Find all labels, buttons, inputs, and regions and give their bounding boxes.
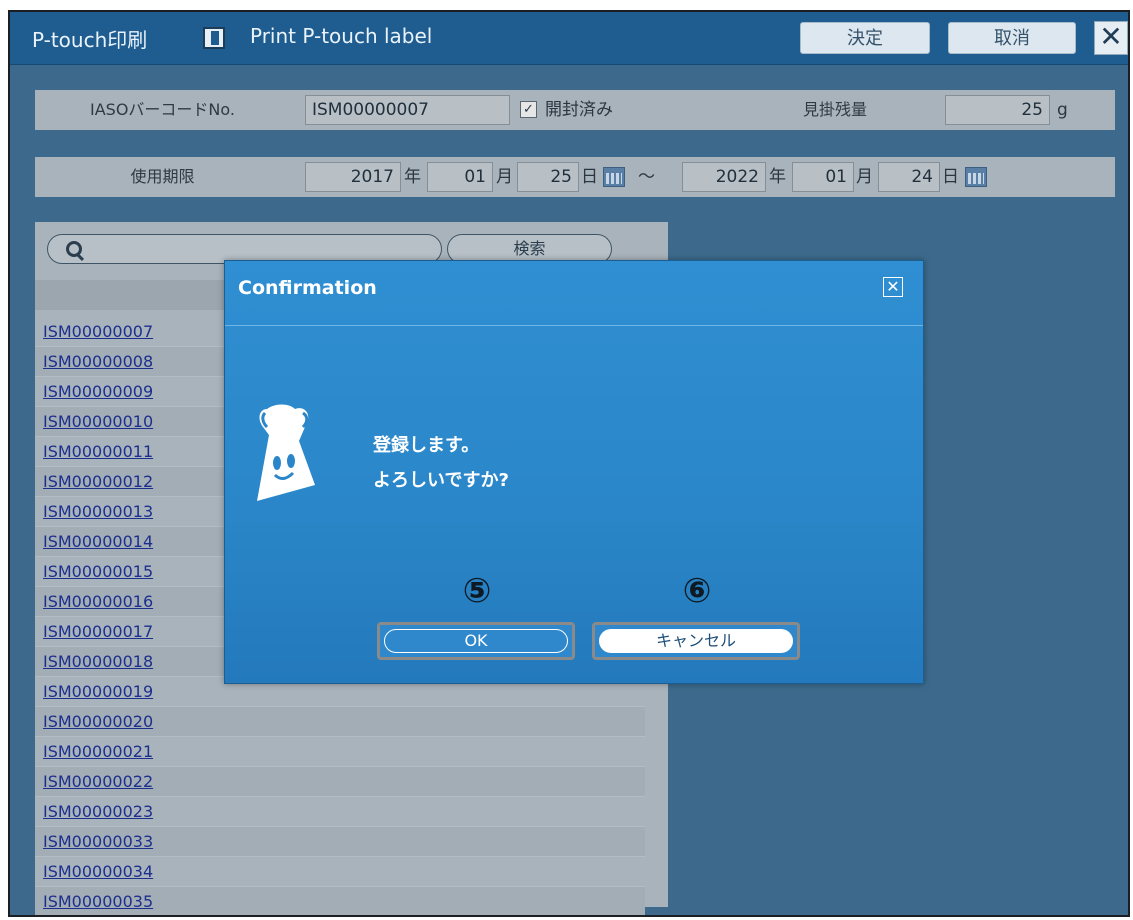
list-item[interactable]: ISM00000023 xyxy=(35,797,645,827)
end-month-unit: 月 xyxy=(856,167,873,187)
dialog-close-icon[interactable]: ✕ xyxy=(883,277,903,297)
dialog-message-line1: 登録します。 xyxy=(373,435,480,456)
list-item[interactable]: ISM00000021 xyxy=(35,737,645,767)
calendar-icon[interactable] xyxy=(603,167,625,187)
barcode-label: IASOバーコードNo. xyxy=(90,100,235,119)
remaining-label: 見掛残量 xyxy=(802,100,867,119)
title-bar: P-touch印刷 Print P-touch label 決定 取消 ✕ xyxy=(10,12,1128,65)
dialog-header: Confirmation ✕ xyxy=(225,261,923,326)
search-icon xyxy=(66,241,82,257)
barcode-input[interactable]: ISM00000007 xyxy=(305,95,510,125)
ptouch-window: P-touch印刷 Print P-touch label 決定 取消 ✕ IA… xyxy=(8,10,1130,917)
ok-button[interactable]: OK xyxy=(377,622,575,660)
list-item[interactable]: ISM00000020 xyxy=(35,707,645,737)
start-year-unit: 年 xyxy=(404,167,421,187)
opened-checkbox-label: 開封済み xyxy=(545,100,613,120)
range-tilde: ～ xyxy=(638,167,655,187)
ok-button-label: OK xyxy=(384,629,568,653)
start-year-input[interactable]: 2017 xyxy=(305,162,401,192)
list-item[interactable]: ISM00000022 xyxy=(35,767,645,797)
calendar-icon[interactable] xyxy=(965,167,987,187)
window-divider-icon xyxy=(203,27,225,49)
barcode-row: IASOバーコードNo. ISM00000007 ✓ 開封済み 見掛残量 25 … xyxy=(35,90,1115,130)
window-title-jp: P-touch印刷 xyxy=(32,28,148,52)
list-item[interactable]: ISM00000034 xyxy=(35,857,645,887)
end-year-input[interactable]: 2022 xyxy=(682,162,766,192)
decide-button[interactable]: 決定 xyxy=(800,22,930,54)
dialog-title: Confirmation xyxy=(238,277,377,299)
end-month-input[interactable]: 01 xyxy=(792,162,854,192)
confirmation-dialog: Confirmation ✕ 登録します。 よろしいですか? ⑤ ⑥ OK キャ… xyxy=(224,260,924,684)
ok-marker: ⑤ xyxy=(462,571,492,611)
remaining-input[interactable]: 25 xyxy=(945,95,1050,125)
expiry-label: 使用期限 xyxy=(130,167,195,186)
dialog-cancel-button-label: キャンセル xyxy=(599,629,793,653)
start-month-unit: 月 xyxy=(496,167,513,187)
dialog-cancel-button[interactable]: キャンセル xyxy=(592,622,800,660)
end-day-unit: 日 xyxy=(942,167,959,187)
start-month-input[interactable]: 01 xyxy=(427,162,493,192)
list-item[interactable]: ISM00000035 xyxy=(35,887,645,915)
close-icon[interactable]: ✕ xyxy=(1094,21,1128,55)
opened-checkbox[interactable]: ✓ xyxy=(520,101,537,118)
start-day-unit: 日 xyxy=(581,167,598,187)
end-year-unit: 年 xyxy=(769,167,786,187)
cancel-marker: ⑥ xyxy=(682,571,712,611)
cancel-button[interactable]: 取消 xyxy=(948,22,1076,54)
list-item[interactable]: ISM00000033 xyxy=(35,827,645,857)
start-day-input[interactable]: 25 xyxy=(517,162,579,192)
end-day-input[interactable]: 24 xyxy=(878,162,940,192)
dialog-message-line2: よろしいですか? xyxy=(373,470,509,491)
remaining-unit: g xyxy=(1057,100,1068,120)
mascot-icon xyxy=(257,404,315,501)
window-title-en: Print P-touch label xyxy=(250,24,433,48)
expiry-row: 使用期限 2017 年 01 月 25 日 ～ 2022 年 01 月 24 日 xyxy=(35,157,1115,197)
